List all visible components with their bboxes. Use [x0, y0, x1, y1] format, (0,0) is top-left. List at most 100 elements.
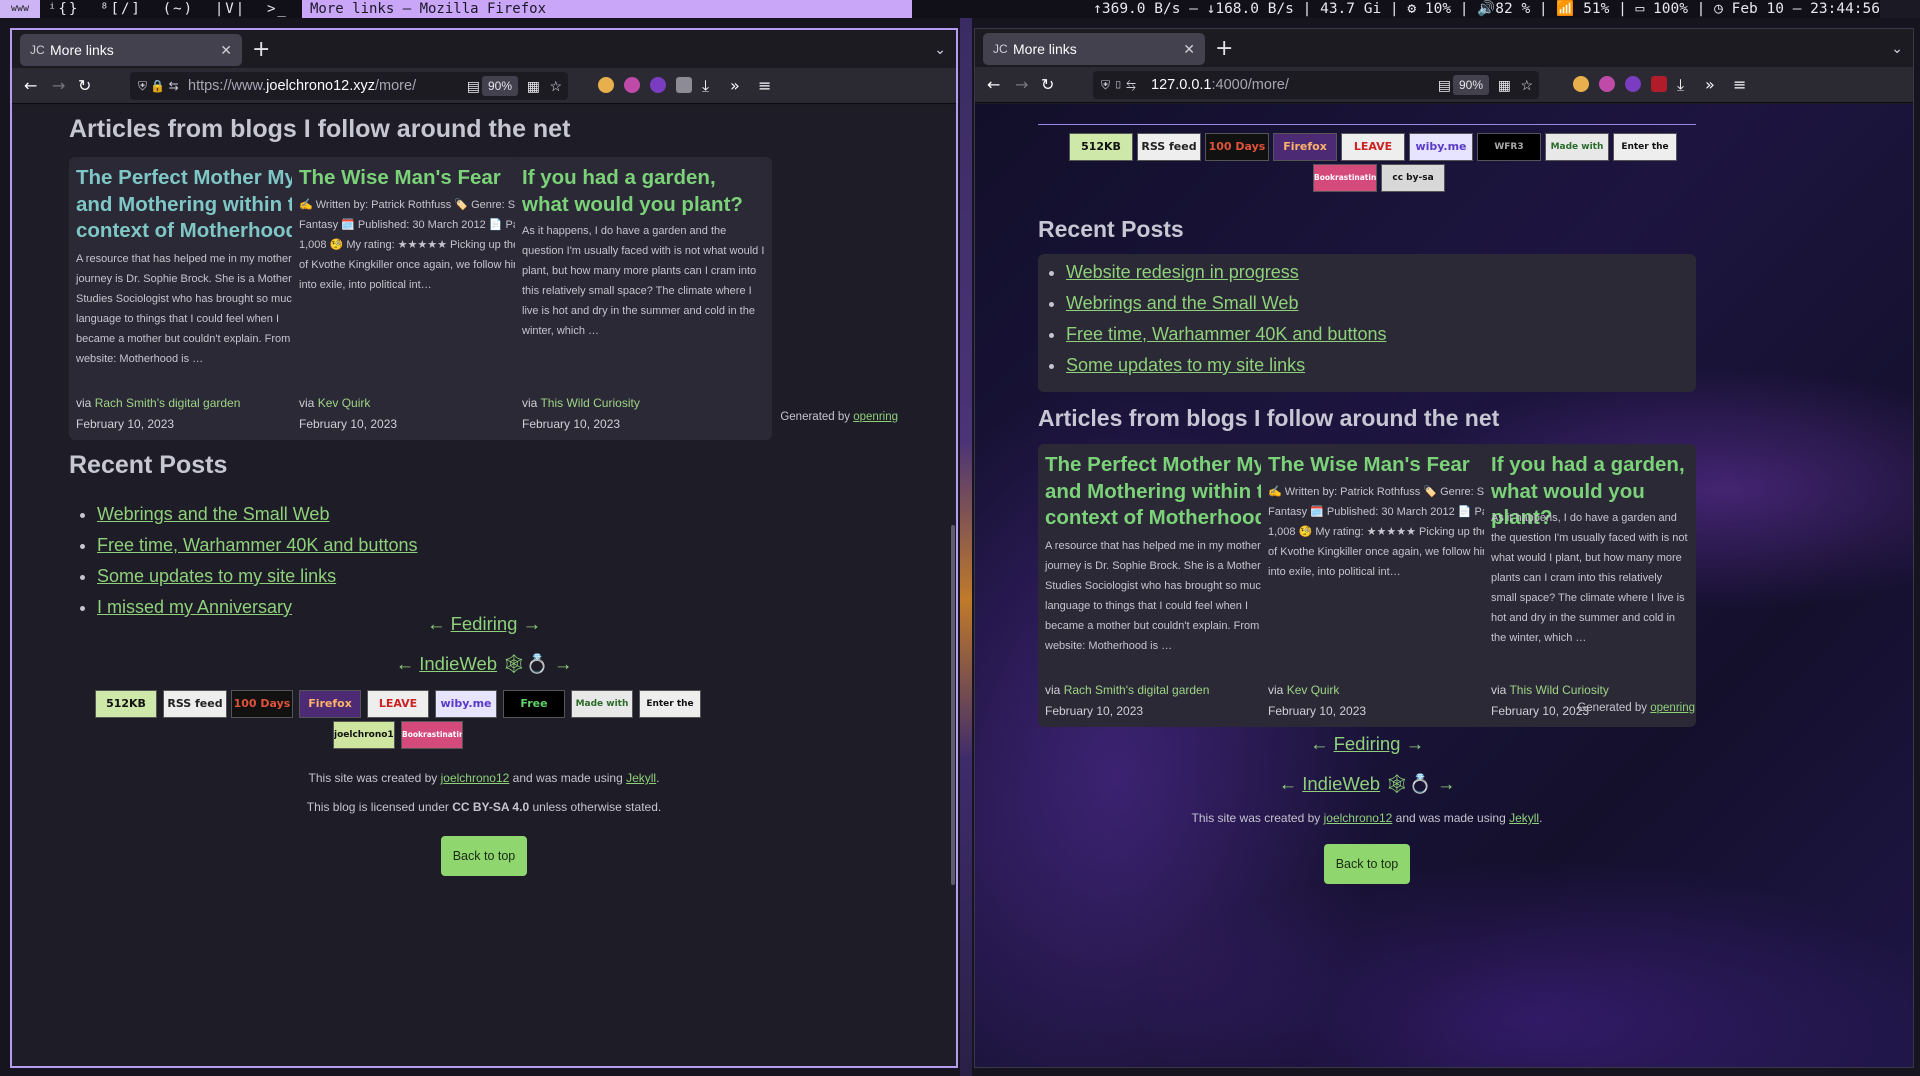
author-link[interactable]: joelchrono12: [1324, 811, 1393, 825]
tab-more-links[interactable]: JC More links ✕: [983, 33, 1205, 65]
badge-bookrastinating[interactable]: Bookrastinating.com: [401, 721, 463, 749]
badge-100-days-to-offload[interactable]: 100 Days to Offload: [1205, 133, 1269, 161]
tab-more-links[interactable]: JC More links ✕: [20, 34, 242, 66]
url-text[interactable]: https://www.joelchrono12.xyz/more/: [188, 72, 416, 100]
shield-extension-icon[interactable]: [676, 77, 692, 93]
post-link[interactable]: Webrings and the Small Web: [1066, 293, 1298, 313]
forward-icon[interactable]: →: [52, 68, 65, 104]
more-tools-icon[interactable]: »: [730, 68, 740, 104]
jekyll-link[interactable]: Jekyll: [626, 771, 656, 785]
qr-code-icon[interactable]: ▦: [1498, 71, 1511, 99]
indieweb-prev-link[interactable]: ←: [396, 653, 415, 674]
scrollbar[interactable]: [951, 525, 955, 885]
badge-made-with-neovim[interactable]: Made with neovim: [571, 690, 633, 718]
post-link[interactable]: Some updates to my site links: [97, 566, 336, 586]
article-title[interactable]: The Wise Man's Fear: [299, 165, 543, 192]
badge-cc-by-sa[interactable]: cc by-sa: [1381, 164, 1445, 192]
lock-icon[interactable]: ⛨ 🔒 ⇆: [138, 72, 179, 100]
fediring-prev-link[interactable]: ←: [427, 613, 446, 634]
post-link[interactable]: Webrings and the Small Web: [97, 504, 329, 524]
badge-free[interactable]: Free: [503, 690, 565, 718]
jekyll-link[interactable]: Jekyll: [1509, 811, 1539, 825]
article-title[interactable]: The Perfect Mother Myth and Mothering wi…: [1045, 452, 1289, 532]
back-icon[interactable]: ←: [24, 68, 37, 104]
badge-enter-the-void[interactable]: Enter the VOID: [639, 690, 701, 718]
close-tab-icon[interactable]: ✕: [1183, 33, 1195, 65]
post-link[interactable]: Free time, Warhammer 40K and buttons: [97, 535, 417, 555]
article-title[interactable]: The Wise Man's Fear: [1268, 452, 1512, 479]
list-tabs-icon[interactable]: ⌄: [1891, 33, 1903, 65]
menu-icon[interactable]: ≡: [1733, 67, 1746, 103]
workspace-icons[interactable]: ⁱ{} ⁸[/] (~) |V| >_ []=: [48, 0, 340, 18]
reader-view-icon[interactable]: ▤: [1438, 71, 1451, 99]
badge-firefox[interactable]: Firefox: [299, 690, 361, 718]
workspace-indicator[interactable]: www: [0, 0, 40, 18]
badge-leave-twitter[interactable]: LEAVE TWITTER: [367, 690, 429, 718]
qr-code-icon[interactable]: ▦: [527, 72, 540, 100]
url-bar[interactable]: ⛨ 🔒 ⇆ https://www.joelchrono12.xyz/more/…: [130, 72, 568, 100]
badge-100-days-to-offload[interactable]: 100 Days to Offload: [231, 690, 293, 718]
badge-joelchrono12[interactable]: joelchrono12: [333, 721, 395, 749]
back-to-top-button[interactable]: Back to top: [441, 836, 527, 876]
page-info-icon[interactable]: ⛨ ▯ ⇆: [1101, 71, 1136, 99]
reload-icon[interactable]: ↻: [1041, 67, 1054, 103]
new-tab-icon[interactable]: +: [252, 34, 270, 66]
openring-link[interactable]: openring: [1650, 702, 1695, 714]
openring-link[interactable]: openring: [853, 411, 898, 423]
ublock-extension-icon[interactable]: [1651, 76, 1667, 92]
indieweb-next-link[interactable]: →: [1437, 773, 1456, 794]
menu-icon[interactable]: ≡: [758, 68, 771, 104]
article-title[interactable]: If you had a garden, what would you plan…: [522, 165, 766, 218]
extension-icon[interactable]: [598, 77, 614, 93]
back-to-top-button[interactable]: Back to top: [1324, 844, 1410, 884]
post-link[interactable]: Website redesign in progress: [1066, 262, 1299, 282]
fediring-link[interactable]: Fediring: [451, 613, 518, 634]
extension-icon[interactable]: [1573, 76, 1589, 92]
badge-rss-feed[interactable]: RSS feed: [163, 690, 227, 718]
fediring-link[interactable]: Fediring: [1334, 733, 1401, 754]
badge-512kb-club[interactable]: 512KB CLUB: [1069, 133, 1133, 161]
badge-wfr3[interactable]: WFR3: [1477, 133, 1541, 161]
zoom-level[interactable]: 90%: [1452, 75, 1489, 95]
downloads-icon[interactable]: ⤓: [702, 68, 709, 104]
badge-wiby[interactable]: wiby.me: [435, 690, 497, 718]
close-tab-icon[interactable]: ✕: [220, 34, 232, 66]
new-tab-icon[interactable]: +: [1215, 33, 1233, 65]
badge-rss-feed[interactable]: RSS feed: [1137, 133, 1201, 161]
extension-icon[interactable]: [650, 77, 666, 93]
back-icon[interactable]: ←: [987, 67, 1000, 103]
indieweb-prev-link[interactable]: ←: [1279, 773, 1298, 794]
more-tools-icon[interactable]: »: [1705, 67, 1715, 103]
zoom-level[interactable]: 90%: [481, 76, 518, 96]
bookmark-star-icon[interactable]: ☆: [1520, 71, 1533, 99]
url-bar[interactable]: ⛨ ▯ ⇆ 127.0.0.1:4000/more/ ▤ 90% ▦ ☆: [1093, 71, 1539, 99]
bookmark-star-icon[interactable]: ☆: [549, 72, 562, 100]
fediring-prev-link[interactable]: ←: [1310, 733, 1329, 754]
badge-enter-the-void[interactable]: Enter the VOID: [1613, 133, 1677, 161]
extension-icon[interactable]: [1599, 76, 1615, 92]
indieweb-next-link[interactable]: →: [554, 653, 573, 674]
url-text[interactable]: 127.0.0.1:4000/more/: [1151, 71, 1289, 99]
indieweb-link[interactable]: IndieWeb: [419, 653, 497, 674]
system-tray[interactable]: [1880, 0, 1920, 18]
badge-made-with-neovim[interactable]: Made with neovim: [1545, 133, 1609, 161]
indieweb-link[interactable]: IndieWeb: [1302, 773, 1380, 794]
list-tabs-icon[interactable]: ⌄: [934, 34, 946, 66]
fediring-next-link[interactable]: →: [1406, 733, 1425, 754]
author-link[interactable]: joelchrono12: [441, 771, 510, 785]
article-title[interactable]: The Perfect Mother Myth and Mothering wi…: [76, 165, 320, 245]
reload-icon[interactable]: ↻: [78, 68, 91, 104]
badge-512kb-club[interactable]: 512KB CLUB: [95, 690, 157, 718]
extension-icon[interactable]: [1625, 76, 1641, 92]
badge-firefox[interactable]: Firefox: [1273, 133, 1337, 161]
forward-icon[interactable]: →: [1015, 67, 1028, 103]
post-link[interactable]: Free time, Warhammer 40K and buttons: [1066, 324, 1386, 344]
downloads-icon[interactable]: ⤓: [1677, 67, 1684, 103]
extension-icon[interactable]: [624, 77, 640, 93]
badge-leave-twitter[interactable]: LEAVE TWITTER: [1341, 133, 1405, 161]
post-link[interactable]: Some updates to my site links: [1066, 355, 1305, 375]
fediring-next-link[interactable]: →: [523, 613, 542, 634]
badge-bookrastinating[interactable]: Bookrastinating.com: [1313, 164, 1377, 192]
badge-wiby[interactable]: wiby.me: [1409, 133, 1473, 161]
reader-view-icon[interactable]: ▤: [467, 72, 480, 100]
